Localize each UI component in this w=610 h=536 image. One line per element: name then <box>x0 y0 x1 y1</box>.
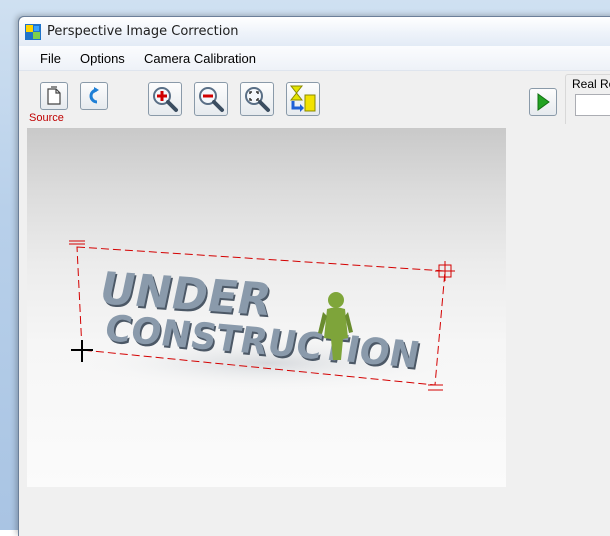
rotate-button[interactable] <box>80 82 108 110</box>
window-title: Perspective Image Correction <box>47 24 239 39</box>
canvas-margin <box>27 487 506 530</box>
rotate-icon <box>89 87 99 104</box>
zoom-out-icon <box>199 87 224 112</box>
open-file-button[interactable] <box>40 82 68 110</box>
real-result-label: Real Re <box>572 77 610 91</box>
zoom-in-button[interactable] <box>148 82 182 116</box>
transform-icon <box>289 85 316 112</box>
zoom-fit-icon <box>245 87 270 112</box>
menu-bar: File Options Camera Calibration <box>19 46 610 71</box>
menu-options[interactable]: Options <box>77 50 128 67</box>
handle-top-right[interactable] <box>435 261 455 281</box>
zoom-fit-button[interactable] <box>240 82 274 116</box>
transform-button[interactable] <box>286 82 320 116</box>
source-image: UNDER UNDER CONSTRUCTION CONSTRUCTION <box>67 240 467 393</box>
menu-file[interactable]: File <box>37 50 64 67</box>
zoom-in-icon <box>153 87 178 112</box>
zoom-out-button[interactable] <box>194 82 228 116</box>
play-icon <box>537 93 550 111</box>
real-result-field[interactable] <box>575 94 610 116</box>
open-file-icon <box>47 86 61 105</box>
source-label: Source <box>29 112 64 124</box>
image-canvas[interactable]: UNDER UNDER CONSTRUCTION CONSTRUCTION <box>27 128 506 487</box>
menu-camera-calibration[interactable]: Camera Calibration <box>141 50 259 67</box>
app-icon <box>25 24 41 40</box>
handle-top-left[interactable] <box>69 240 85 245</box>
title-bar[interactable]: Perspective Image Correction <box>18 16 610 46</box>
run-button[interactable] <box>529 88 557 116</box>
handle-bottom-right[interactable] <box>428 384 443 391</box>
